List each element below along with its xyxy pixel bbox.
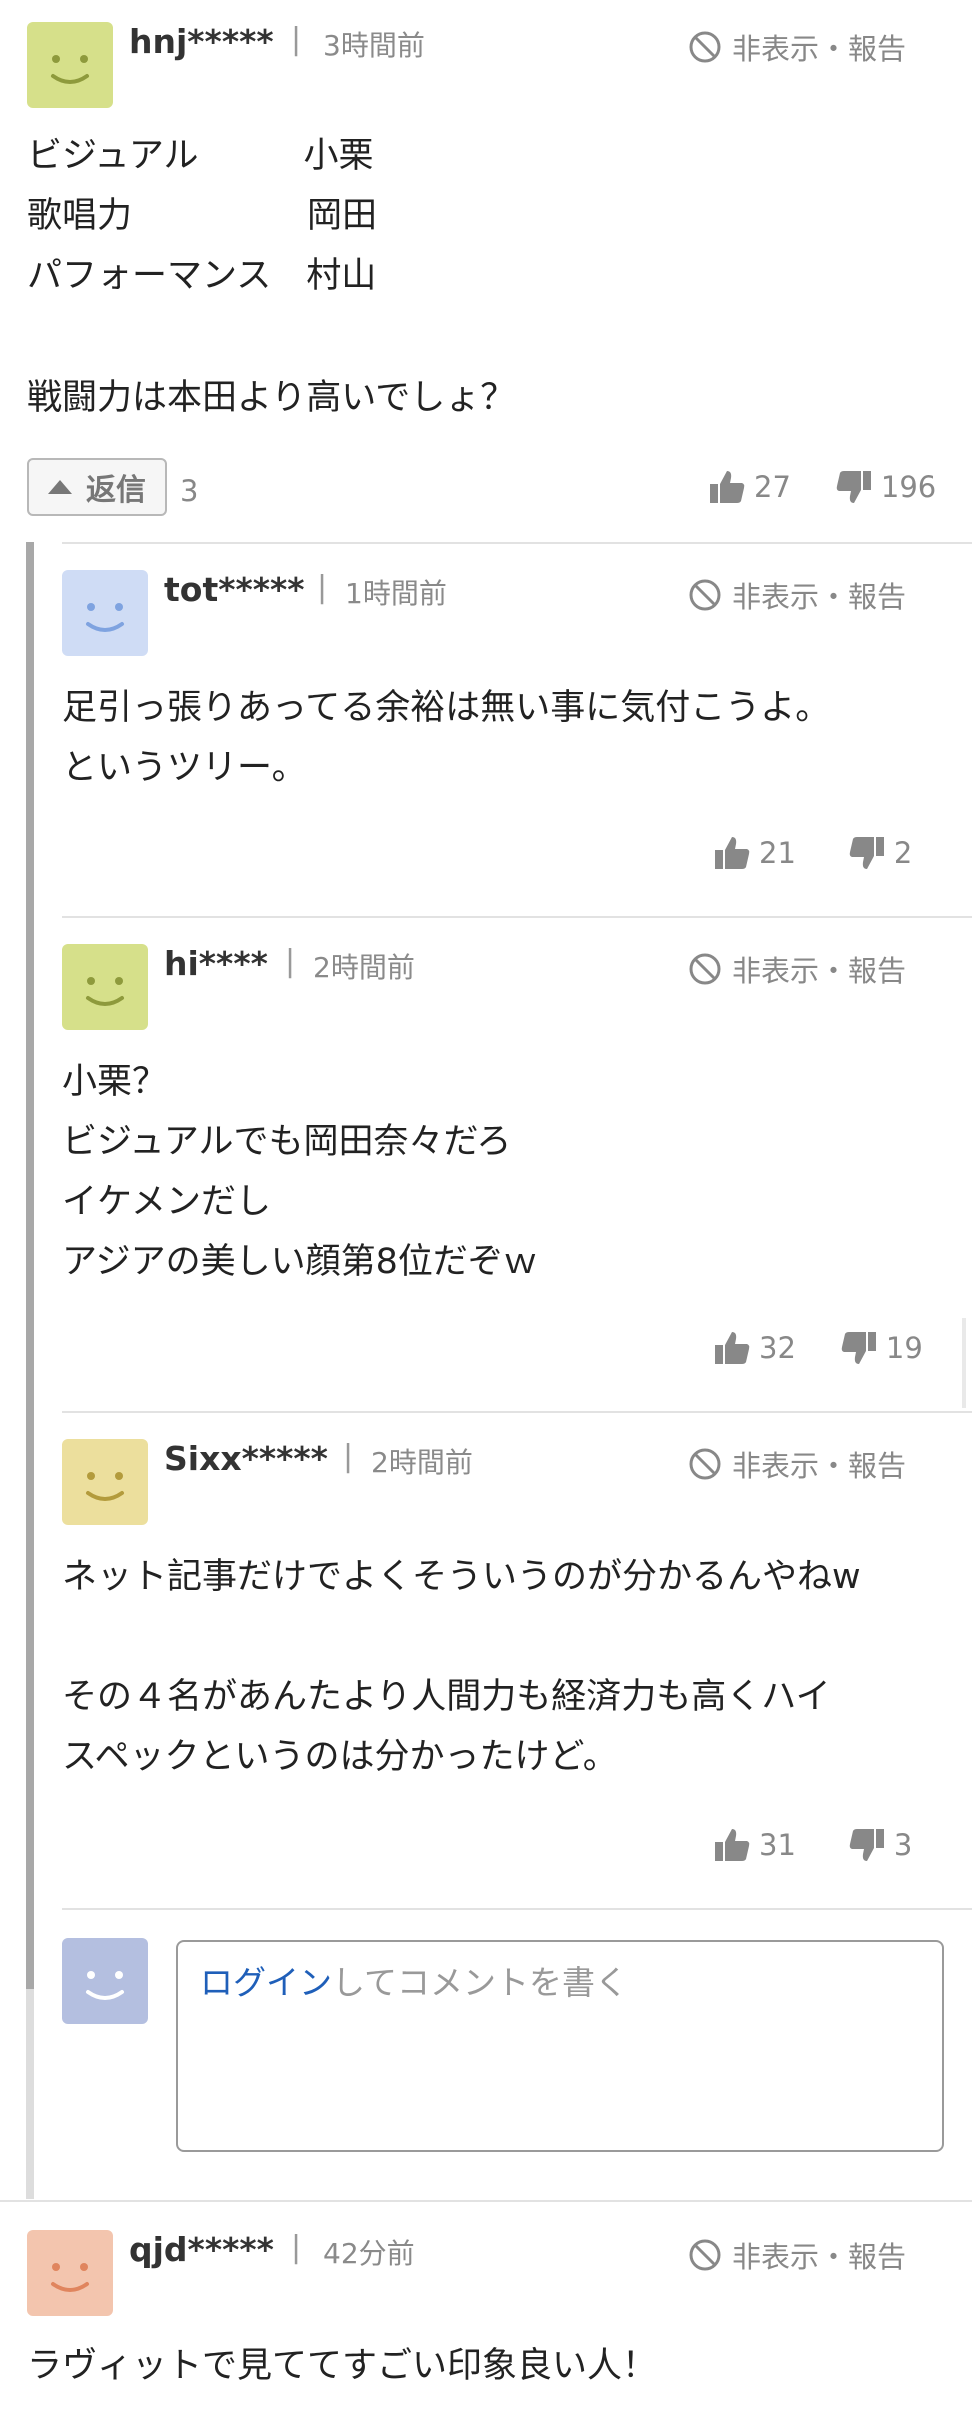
smiley-face-icon xyxy=(86,603,124,632)
thumbs-up-icon xyxy=(715,1332,750,1364)
login-link[interactable]: ログイン xyxy=(200,1963,332,2002)
hide-report-button[interactable]: 非表示・報告 xyxy=(688,1443,906,1485)
username[interactable]: tot***** xyxy=(164,570,305,609)
comment-text-line: その４名があんたより人間力も経済力も高くハイ xyxy=(62,1677,831,1717)
comment-item: hnj***** | 3時間前 非表示・報告 ビジュアル 小栗 歌唱力 岡田 パ… xyxy=(0,0,972,542)
dislike-button[interactable]: 19 xyxy=(840,1329,923,1367)
reply-label: 返信 xyxy=(86,473,146,508)
vote-bar: 21 2 xyxy=(713,834,912,872)
dislike-count: 19 xyxy=(885,1331,923,1365)
like-count: 32 xyxy=(759,1331,796,1365)
comment-text-line: イケメンだし xyxy=(62,1182,271,1222)
vote-bar: 31 3 xyxy=(713,1826,912,1864)
divider xyxy=(62,1908,972,1910)
like-count: 21 xyxy=(759,836,796,870)
username[interactable]: hnj***** xyxy=(129,22,274,61)
hide-report-button[interactable]: 非表示・報告 xyxy=(688,574,906,616)
avatar xyxy=(62,570,148,656)
avatar xyxy=(62,1938,148,2024)
reply-item: hi**** | 2時間前 非表示・報告 小栗？ ビジュアルでも岡田奈々だろ イ… xyxy=(0,916,972,1411)
dislike-count: 2 xyxy=(893,836,913,870)
reply-thread-bar xyxy=(26,1989,34,2199)
smiley-face-icon xyxy=(86,977,124,1006)
comment-text-line: ビジュアルでも岡田奈々だろ xyxy=(62,1122,512,1162)
thumbs-down-icon xyxy=(836,471,871,503)
comment-text-line: 戦闘力は本田より高いでしょ？ xyxy=(27,378,516,418)
dislike-button[interactable]: 2 xyxy=(848,834,912,872)
like-button[interactable]: 32 xyxy=(713,1329,796,1367)
separator: | xyxy=(317,570,328,605)
username[interactable]: qjd***** xyxy=(129,2230,274,2269)
thumbs-up-icon xyxy=(715,1829,750,1861)
like-button[interactable]: 31 xyxy=(713,1826,796,1864)
comment-text-line: というツリー。 xyxy=(62,748,307,788)
thumbs-down-icon xyxy=(849,1829,884,1861)
comment-text-line: アジアの美しい顔第8位だぞｗ xyxy=(62,1242,538,1282)
comment-text-line: ラヴィットで見ててすごい印象良い人！ xyxy=(27,2346,658,2386)
thumbs-down-icon xyxy=(849,837,884,869)
ban-icon xyxy=(689,1448,721,1480)
hide-report-label: 非表示・報告 xyxy=(732,32,907,66)
separator: | xyxy=(291,22,302,57)
avatar xyxy=(27,22,113,108)
hide-report-button[interactable]: 非表示・報告 xyxy=(688,2234,906,2276)
comment-text-line: 足引っ張りあってる余裕は無い事に気付こうよ。 xyxy=(62,688,831,728)
username[interactable]: hi**** xyxy=(164,944,268,983)
like-button[interactable]: 21 xyxy=(713,834,796,872)
reply-button[interactable]: 返信 xyxy=(27,458,167,516)
hide-report-button[interactable]: 非表示・報告 xyxy=(688,26,906,68)
vote-bar: 32 19 xyxy=(713,1329,923,1367)
separator: | xyxy=(285,944,296,979)
placeholder-text: してコメントを書く xyxy=(332,1963,629,2002)
avatar xyxy=(27,2230,113,2316)
timestamp: 2時間前 xyxy=(313,951,415,984)
ban-icon xyxy=(689,953,721,985)
avatar xyxy=(62,944,148,1030)
reply-item: Sixx***** | 2時間前 非表示・報告 ネット記事だけでよくそういうのが… xyxy=(0,1411,972,1908)
comment-item: qjd***** | 42分前 非表示・報告 ラヴィットで見ててすごい印象良い人… xyxy=(0,2200,972,2416)
username[interactable]: Sixx***** xyxy=(164,1439,328,1478)
vote-bar: 27 196 xyxy=(708,468,936,506)
separator: | xyxy=(291,2230,302,2265)
dislike-count: 196 xyxy=(880,470,937,504)
smiley-face-icon xyxy=(51,2263,89,2292)
dislike-count: 3 xyxy=(893,1828,913,1862)
timestamp: 1時間前 xyxy=(345,577,447,610)
hide-report-button[interactable]: 非表示・報告 xyxy=(688,948,906,990)
ban-icon xyxy=(689,2239,721,2271)
thumbs-up-icon xyxy=(710,471,745,503)
avatar xyxy=(62,1439,148,1525)
dislike-button[interactable]: 196 xyxy=(835,468,936,506)
triangle-up-icon xyxy=(48,480,72,494)
comment-input[interactable]: ログインしてコメントを書く xyxy=(176,1940,944,2152)
hide-report-label: 非表示・報告 xyxy=(732,1449,907,1483)
comment-text-line: 歌唱力 岡田 xyxy=(27,196,378,236)
timestamp: 42分前 xyxy=(323,2237,415,2270)
smiley-face-icon xyxy=(86,1971,124,2000)
ban-icon xyxy=(689,579,721,611)
comment-text-line: スペックというのは分かったけど。 xyxy=(62,1737,618,1777)
thumbs-up-icon xyxy=(715,837,750,869)
like-button[interactable]: 27 xyxy=(708,468,791,506)
comment-input-placeholder: ログインしてコメントを書く xyxy=(200,1956,628,2004)
hide-report-label: 非表示・報告 xyxy=(732,580,907,614)
reply-item: tot***** | 1時間前 非表示・報告 足引っ張りあってる余裕は無い事に気… xyxy=(0,542,972,916)
timestamp: 2時間前 xyxy=(371,1446,473,1479)
hide-report-label: 非表示・報告 xyxy=(732,954,907,988)
hide-report-label: 非表示・報告 xyxy=(732,2240,907,2274)
thumbs-down-icon xyxy=(841,1332,876,1364)
separator: | xyxy=(343,1439,354,1474)
comment-text-line: ビジュアル 小栗 xyxy=(27,136,374,176)
dislike-button[interactable]: 3 xyxy=(848,1826,912,1864)
like-count: 27 xyxy=(754,470,791,504)
timestamp: 3時間前 xyxy=(323,29,425,62)
comment-text-line: パフォーマンス 村山 xyxy=(27,256,377,296)
smiley-face-icon xyxy=(86,1472,124,1501)
reply-count: 3 xyxy=(180,474,199,508)
comment-text-line: ネット記事だけでよくそういうのが分かるんやねw xyxy=(62,1557,861,1597)
like-count: 31 xyxy=(759,1828,796,1862)
ban-icon xyxy=(689,31,721,63)
comment-text-line: 小栗？ xyxy=(62,1062,168,1102)
smiley-face-icon xyxy=(51,55,89,84)
